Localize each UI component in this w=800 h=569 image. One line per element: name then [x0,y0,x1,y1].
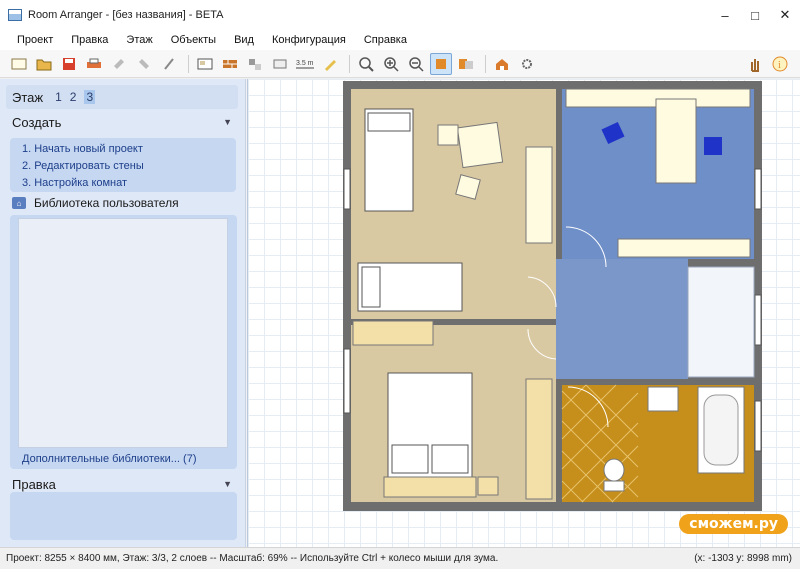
status-coordinates: (x: -1303 y: 8998 mm) [694,553,792,564]
menu-edit[interactable]: Правка [62,34,117,46]
bathtub-inner [703,394,739,466]
settings-icon[interactable] [516,53,538,75]
collapse-arrow-icon[interactable]: ▼ [223,117,232,127]
toolbar-separator [349,54,350,73]
3d-house-icon[interactable] [491,53,513,75]
bathroom-sink[interactable] [647,386,679,412]
menu-bar: Проект Правка Этаж Объекты Вид Конфигура… [0,30,800,50]
pillow-icon [367,112,411,132]
redo-icon[interactable] [133,53,155,75]
floor-1-tab[interactable]: 1 [55,90,62,104]
pillow-icon [431,444,469,474]
open-folder-icon[interactable] [33,53,55,75]
edit-panel [10,492,237,540]
window[interactable] [754,168,762,210]
2d-view-icon[interactable] [430,52,452,75]
chair[interactable] [455,174,481,200]
status-project-info: Проект: 8255 × 8400 мм, Этаж: 3/3, 2 сло… [6,553,499,564]
close-button[interactable]: ✕ [770,0,800,30]
minimize-button[interactable]: – [710,0,740,30]
toolbar-separator [485,54,486,73]
menu-configuration[interactable]: Конфигурация [263,34,355,46]
counter[interactable] [617,238,751,258]
dresser[interactable] [352,320,434,346]
create-section-header[interactable]: Создать ▼ [6,112,238,132]
link-edit-walls[interactable]: 2. Редактировать стены [22,158,236,175]
pillow-icon [391,444,429,474]
brush-icon[interactable] [158,53,180,75]
link-new-project[interactable]: 1. Начать новый проект [22,141,236,158]
wardrobe[interactable] [525,146,553,244]
window[interactable] [754,400,762,452]
window-title: Room Arranger - [без названия] - BETA [28,9,224,21]
hand-tool-icon[interactable] [744,53,766,75]
floor-3-tab[interactable]: 3 [84,90,96,104]
new-file-icon[interactable] [8,53,30,75]
wardrobe[interactable] [525,378,553,500]
undo-icon[interactable] [108,53,130,75]
window[interactable] [343,168,351,210]
svg-text:i: i [778,60,781,71]
print-icon[interactable] [83,53,105,75]
office-desk[interactable] [655,98,697,184]
maximize-button[interactable]: □ [740,0,770,30]
zoom-out-icon[interactable] [405,53,427,75]
menu-view[interactable]: Вид [225,34,263,46]
library-list[interactable] [18,218,228,448]
toilet[interactable] [603,458,625,482]
create-section-title: Создать [12,114,62,130]
library-panel: Дополнительные библиотеки... (7) [10,215,237,469]
table[interactable] [456,121,504,169]
floor-plan[interactable] [248,79,800,547]
chair[interactable] [437,124,459,146]
window[interactable] [754,294,762,346]
layers-icon[interactable] [455,53,477,75]
toilet-tank [603,480,625,492]
edit-section-title: Правка [12,476,56,492]
toolbar-separator [188,54,189,73]
dimension-icon[interactable]: 3.5 m [294,53,316,75]
edit-section-header[interactable]: Правка ▼ [6,474,238,494]
status-bar: Проект: 8255 × 8400 мм, Этаж: 3/3, 2 сло… [0,547,800,569]
wall-icon[interactable] [219,53,241,75]
create-panel: 1. Начать новый проект 2. Редактировать … [10,138,236,192]
menu-objects[interactable]: Объекты [162,34,225,46]
pencil-icon[interactable] [319,53,341,75]
menu-help[interactable]: Справка [355,34,416,46]
library-home-icon: ⌂ [12,197,26,209]
svg-text:3.5 m: 3.5 m [296,60,314,67]
floor-selector: Этаж 1 2 3 [6,85,238,109]
plan-canvas[interactable] [247,79,800,547]
info-icon[interactable]: i [769,53,791,75]
title-bar: Room Arranger - [без названия] - BETA – … [0,0,800,30]
menu-floor[interactable]: Этаж [117,34,161,46]
nightstand[interactable] [477,476,499,496]
pillow-icon [361,266,381,308]
shower-area [687,266,755,378]
zoom-in-icon[interactable] [380,53,402,75]
watermark-logo: сможем.ру [679,514,788,534]
group-icon[interactable] [269,53,291,75]
select-objects-icon[interactable] [244,53,266,75]
toolbar: 3.5 m i [0,50,800,78]
nightstand[interactable] [383,476,477,498]
window[interactable] [343,348,351,414]
save-icon[interactable] [58,53,80,75]
floor-label: Этаж [12,89,44,105]
more-libraries-link[interactable]: Дополнительные библиотеки... (7) [22,453,196,465]
menu-project[interactable]: Проект [8,34,62,46]
library-header[interactable]: ⌂ Библиотека пользователя [12,196,179,210]
zoom-fit-icon[interactable] [355,53,377,75]
room-hallway[interactable] [556,259,688,379]
link-room-setup[interactable]: 3. Настройка комнат [22,175,236,192]
app-icon [8,9,22,21]
floor-2-tab[interactable]: 2 [70,90,77,104]
office-chair[interactable] [704,137,722,155]
library-title: Библиотека пользователя [34,196,179,210]
room-icon[interactable] [194,53,216,75]
collapse-arrow-icon[interactable]: ▼ [223,479,232,489]
